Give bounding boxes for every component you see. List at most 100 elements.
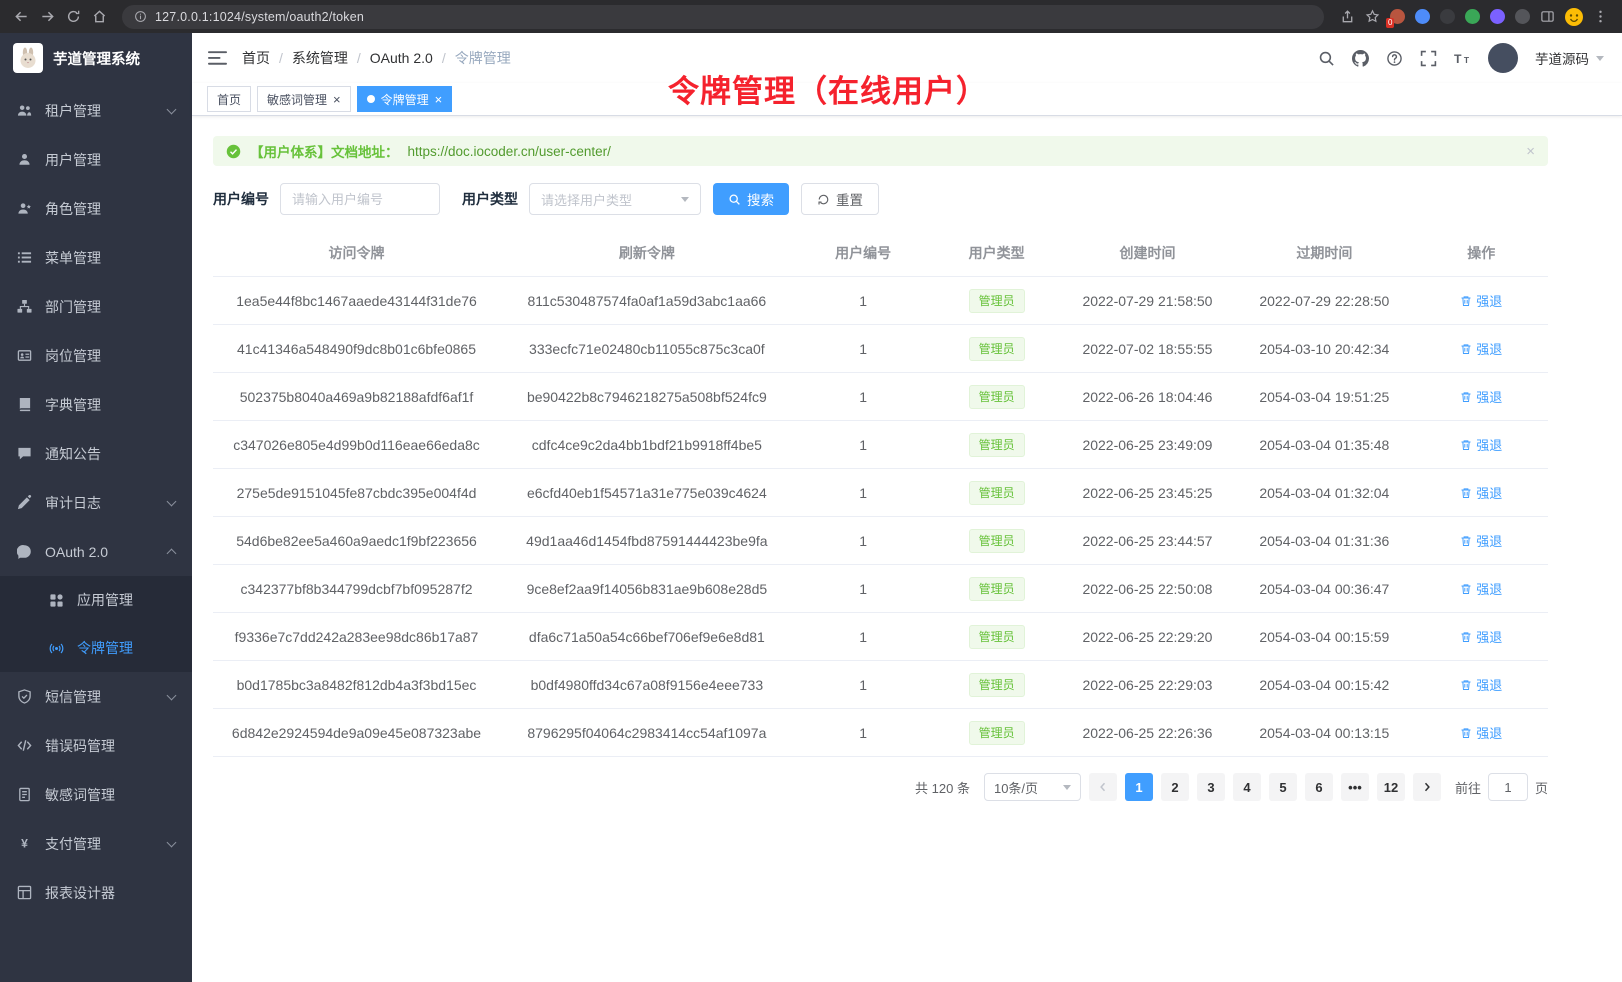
user-menu[interactable]: 芋道源码 [1535,48,1604,68]
sensitive-icon [17,787,32,802]
page-button[interactable]: 5 [1269,773,1297,801]
sidebar-item[interactable]: 错误码管理 [0,721,192,770]
sidebar-item[interactable]: 用户管理 [0,135,192,184]
tab-close-icon[interactable]: × [333,93,341,106]
chevron-down-icon [1596,56,1604,61]
user-type-select[interactable]: 请选择用户类型 [529,183,701,215]
tab-close-icon[interactable]: × [435,93,443,106]
tab-label: 首页 [217,91,241,108]
browser-menu-icon[interactable] [1593,9,1608,24]
help-icon[interactable] [1386,50,1403,67]
search-icon[interactable] [1318,50,1335,67]
prev-page-button[interactable] [1089,773,1117,801]
page-size-select[interactable]: 10条/页 [984,773,1081,801]
sidebar-item[interactable]: 应用管理 [0,576,192,624]
tab[interactable]: 令牌管理× [357,86,453,112]
page-button[interactable]: 1 [1125,773,1153,801]
sidebar-item[interactable]: 字典管理 [0,380,192,429]
user-id-label: 用户编号 [213,189,269,209]
breadcrumb-item[interactable]: 首页 [242,48,270,68]
extension-icon[interactable]: 0 [1390,9,1405,24]
sidebar-item-label: 报表设计器 [45,883,175,903]
bookmark-star-icon[interactable] [1365,9,1380,24]
reset-button[interactable]: 重置 [801,183,879,215]
page-button[interactable]: 3 [1197,773,1225,801]
browser-back-icon[interactable] [8,4,34,30]
access-token-cell: 502375b8040a469a9b82188afdf6af1f [213,373,500,421]
side-panel-icon[interactable] [1540,9,1555,24]
sidebar-item[interactable]: 角色管理 [0,184,192,233]
access-token-cell: 1ea5e44f8bc1467aaede43144f31de76 [213,277,500,325]
force-logout-button[interactable]: 强退 [1460,675,1502,694]
force-logout-button[interactable]: 强退 [1460,723,1502,742]
force-logout-button[interactable]: 强退 [1460,435,1502,454]
pagination-ellipsis[interactable]: ••• [1341,773,1369,801]
force-logout-button[interactable]: 强退 [1460,627,1502,646]
extension-icon[interactable] [1415,9,1430,24]
sidebar-item[interactable]: ¥支付管理 [0,819,192,868]
sidebar-item[interactable]: 令牌管理 [0,624,192,672]
force-logout-button[interactable]: 强退 [1460,483,1502,502]
page-button[interactable]: 6 [1305,773,1333,801]
tab[interactable]: 敏感词管理× [257,86,351,112]
breadcrumb-item[interactable]: OAuth 2.0 [370,50,433,66]
sidebar-item[interactable]: 租户管理 [0,86,192,135]
force-logout-button[interactable]: 强退 [1460,291,1502,310]
user-avatar[interactable] [1488,43,1518,73]
page-button[interactable]: 12 [1377,773,1405,801]
alert-text: 【用户体系】文档地址： [250,141,399,161]
app-icon [49,593,64,608]
user-type-badge: 管理员 [969,529,1025,553]
extension-icon[interactable] [1490,9,1505,24]
force-logout-button[interactable]: 强退 [1460,387,1502,406]
pagination: 共 120 条 10条/页 123456•••12 前往 页 [213,773,1548,801]
site-info-icon[interactable] [134,10,147,23]
sidebar-item[interactable]: 敏感词管理 [0,770,192,819]
page-button[interactable]: 2 [1161,773,1189,801]
tab[interactable]: 首页 [207,86,251,112]
breadcrumb-item[interactable]: 系统管理 [292,48,348,68]
search-button[interactable]: 搜索 [713,183,789,215]
dict-icon [17,397,32,412]
github-icon[interactable] [1352,50,1369,67]
next-page-button[interactable] [1413,773,1441,801]
sidebar-item[interactable]: 部门管理 [0,282,192,331]
sidebar-item[interactable]: 短信管理 [0,672,192,721]
refresh-token-cell: cdfc4ce9c2da4bb1bdf21b9918ff4be5 [500,421,794,469]
sidebar-item[interactable]: 岗位管理 [0,331,192,380]
force-logout-button[interactable]: 强退 [1460,531,1502,550]
goto-page-input[interactable] [1488,773,1528,801]
sidebar-collapse-icon[interactable] [208,50,227,66]
browser-home-icon[interactable] [86,4,112,30]
sidebar-item-label: 应用管理 [77,590,175,610]
doc-link[interactable]: https://doc.iocoder.cn/user-center/ [408,144,611,159]
extension-icon[interactable] [1465,9,1480,24]
browser-profile-avatar[interactable] [1565,8,1583,26]
sidebar-item[interactable]: 通知公告 [0,429,192,478]
sidebar-item[interactable]: OAuth 2.0 [0,527,192,576]
sidebar-item-label: 通知公告 [45,444,175,464]
sidebar-item[interactable]: 审计日志 [0,478,192,527]
user-id-input[interactable] [292,192,428,207]
sidebar-item[interactable]: 菜单管理 [0,233,192,282]
force-logout-button[interactable]: 强退 [1460,579,1502,598]
fullscreen-icon[interactable] [1420,50,1437,67]
browser-address-bar[interactable]: 127.0.0.1:1024/system/oauth2/token [122,5,1324,29]
share-icon[interactable] [1340,9,1355,24]
app-title: 芋道管理系统 [53,48,140,69]
browser-forward-icon[interactable] [34,4,60,30]
font-size-icon[interactable]: TT [1454,50,1471,67]
user-id-cell: 1 [794,613,933,661]
browser-refresh-icon[interactable] [60,4,86,30]
alert-close-icon[interactable]: × [1526,143,1535,160]
page-button[interactable]: 4 [1233,773,1261,801]
browser-toolbar-right: 0 [1334,8,1614,26]
extension-icon[interactable] [1440,9,1455,24]
create-time-cell: 2022-06-25 23:49:09 [1061,421,1235,469]
create-time-cell: 2022-06-25 22:29:20 [1061,613,1235,661]
force-logout-button[interactable]: 强退 [1460,339,1502,358]
extension-icon[interactable] [1515,9,1530,24]
expire-time-cell: 2054-03-04 00:15:59 [1234,613,1414,661]
sidebar-item[interactable]: 报表设计器 [0,868,192,917]
app-logo-area[interactable]: 芋道管理系统 [0,33,192,83]
